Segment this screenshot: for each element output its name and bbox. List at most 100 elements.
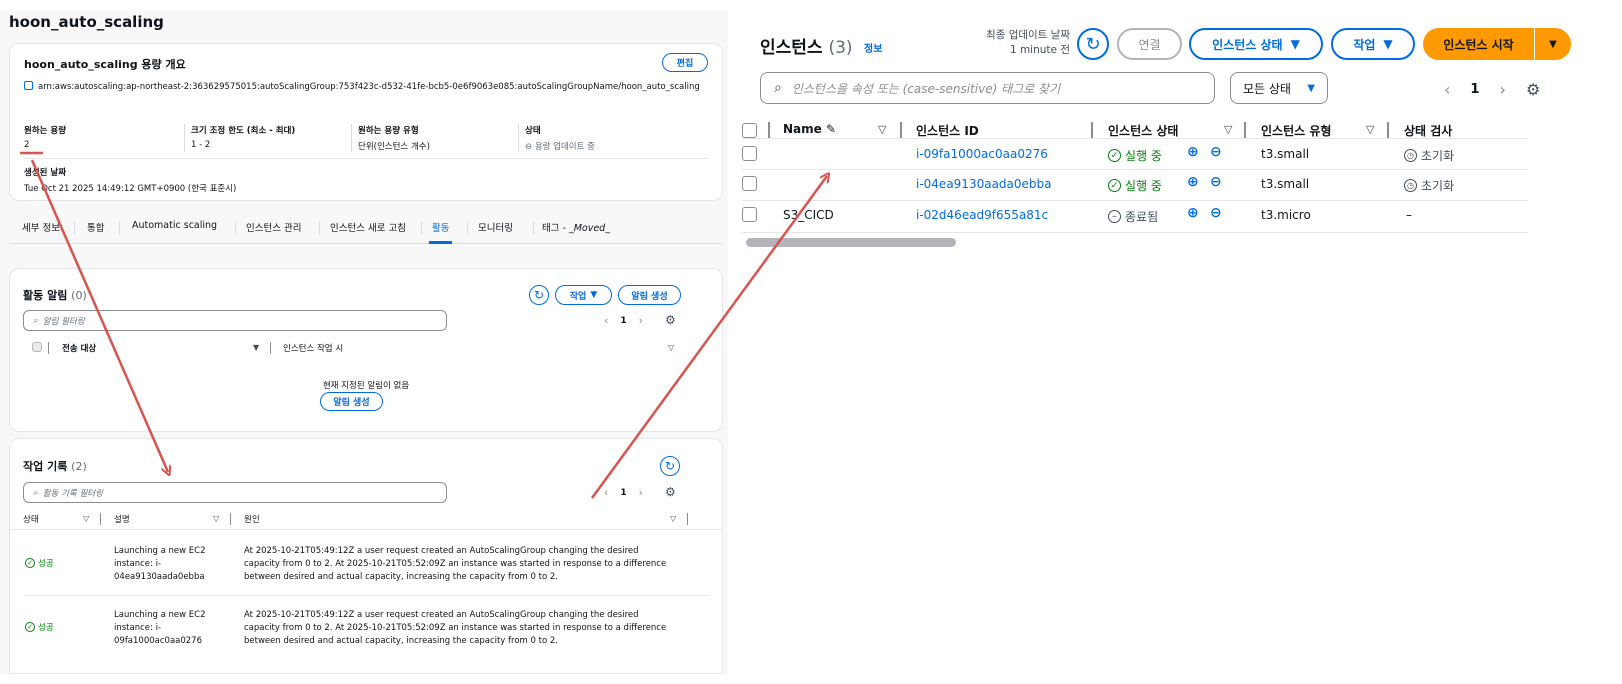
asg-title: hoon_auto_scaling [9, 13, 164, 31]
chevron-right-icon[interactable]: › [639, 486, 643, 499]
state-text: 실행 중 [1125, 149, 1162, 163]
tab-monitoring[interactable]: 모니터링 [475, 220, 516, 244]
tab-activity[interactable]: 활동 [429, 220, 453, 244]
edit-button[interactable]: 편집 [662, 53, 708, 72]
chevron-left-icon[interactable]: ‹ [604, 314, 608, 327]
empty-create-label: 알림 생성 [333, 398, 370, 408]
search-placeholder: 인스턴스을 속성 또는 (case-sensitive) 태그로 찾기 [791, 81, 1061, 96]
search-placeholder: 알림 필터링 [42, 316, 85, 327]
col-instance-type: 인스턴스 유형 [1261, 124, 1332, 138]
create-notification-button[interactable]: 알림 생성 [618, 285, 681, 305]
instance-id-link[interactable]: i-04ea9130aada0ebba [916, 177, 1052, 191]
pencil-icon[interactable]: ✎ [826, 122, 836, 136]
capacity-type: 원하는 용량 유형 단위(인스턴스 개수) [358, 124, 430, 152]
zoom-in-icon[interactable]: ⊕ [1187, 144, 1199, 160]
launch-dropdown-button[interactable]: ▼ [1535, 28, 1571, 60]
page-number[interactable]: 1 [620, 488, 626, 498]
divider [24, 595, 708, 596]
tab-integrations[interactable]: 통합 [84, 220, 107, 244]
launch-instances-button[interactable]: 인스턴스 시작 [1423, 28, 1534, 60]
chevron-left-icon[interactable]: ‹ [1444, 80, 1450, 99]
instance-type: t3.small [1261, 177, 1310, 191]
page-number[interactable]: 1 [1470, 82, 1479, 97]
instance-id-link[interactable]: i-09fa1000ac0aa0276 [916, 147, 1048, 161]
zoom-in-icon[interactable]: ⊕ [1187, 205, 1199, 221]
instance-state-button[interactable]: 인스턴스 상태 ▼ [1189, 28, 1323, 60]
asg-detail-panel: hoon_auto_scaling hoon_auto_scaling 용량 개… [0, 10, 728, 674]
sort-icon[interactable]: ▽ [1224, 123, 1232, 136]
status-check: ◷ 초기화 [1404, 177, 1454, 194]
tab-automatic-scaling[interactable]: Automatic scaling [129, 220, 220, 244]
description-text: Launching a new EC2 instance: i-09fa1000… [114, 610, 206, 646]
instances-title: 인스턴스 (3) [760, 33, 853, 58]
copy-icon[interactable] [24, 81, 33, 90]
divider [742, 169, 1528, 170]
capacity-overview-card: hoon_auto_scaling 용량 개요 편집 arn:aws:autos… [9, 43, 723, 201]
history-title-text: 작업 기록 [23, 460, 68, 473]
zoom-out-icon[interactable]: ⊖ [1210, 174, 1222, 190]
status-text: 성공 [38, 559, 54, 569]
instance-state-label: 인스턴스 상태 [1212, 37, 1283, 52]
caret-down-icon: ▼ [1549, 38, 1557, 50]
connect-button[interactable]: 연결 [1117, 28, 1182, 60]
notifications-search-input[interactable]: ⌕ 알림 필터링 [23, 310, 447, 331]
capacity-type-value: 단위(인스턴스 개수) [358, 142, 430, 152]
col-status: 상태 [23, 515, 39, 525]
instances-panel: 인스턴스 (3) 정보 최종 업데이트 날짜 1 minute 전 ↻ 연결 인스… [742, 10, 1604, 260]
page-number[interactable]: 1 [620, 316, 626, 326]
actions-button[interactable]: 작업 ▼ [1331, 28, 1415, 60]
sort-icon[interactable]: ▽ [878, 123, 886, 136]
chevron-right-icon[interactable]: › [639, 314, 643, 327]
state-filter-select[interactable]: 모든 상태 ▼ [1230, 72, 1328, 104]
settings-gear-icon[interactable]: ⚙ [1526, 80, 1540, 99]
sort-icon[interactable]: ▽ [83, 514, 89, 523]
search-icon: ⌕ [33, 315, 38, 326]
tab-tags-italic: _Moved_ [568, 223, 610, 234]
empty-create-notification-button[interactable]: 알림 생성 [320, 392, 383, 411]
settings-gear-icon[interactable]: ⚙ [665, 485, 676, 499]
sort-icon[interactable]: ▽ [670, 514, 676, 523]
zoom-out-icon[interactable]: ⊖ [1210, 205, 1222, 221]
connect-button-label: 연결 [1138, 37, 1161, 52]
info-link[interactable]: 정보 [864, 40, 882, 55]
row-checkbox[interactable] [742, 176, 757, 191]
status-check: ◷ 초기화 [1404, 147, 1454, 164]
refresh-icon[interactable]: ↻ [660, 456, 680, 476]
desired-capacity-value: 2 [24, 140, 30, 150]
sort-icon[interactable]: ▽ [1366, 123, 1374, 136]
instances-search-input[interactable]: ⌕ 인스턴스을 속성 또는 (case-sensitive) 태그로 찾기 [760, 72, 1215, 104]
divider [10, 529, 722, 530]
created-date-label: 생성된 날짜 [24, 168, 67, 178]
divider [518, 124, 519, 152]
check-circle-icon: ✓ [25, 558, 35, 568]
select-all-checkbox [32, 342, 42, 352]
sort-icon[interactable]: ▼ [253, 343, 259, 352]
tab-details[interactable]: 세부 정보 [19, 220, 63, 244]
row-checkbox[interactable] [742, 146, 757, 161]
actions-button-label: 작업 [569, 291, 587, 302]
refresh-icon[interactable]: ↻ [529, 285, 549, 305]
col-instance-action: 인스턴스 작업 시 [283, 344, 344, 354]
select-all-checkbox[interactable] [742, 123, 757, 138]
chevron-right-icon[interactable]: › [1499, 80, 1505, 99]
tab-divider [119, 221, 120, 235]
refresh-icon[interactable]: ↻ [1077, 28, 1109, 60]
tab-instance-refresh[interactable]: 인스턴스 새로 고침 [327, 220, 409, 244]
zoom-in-icon[interactable]: ⊕ [1187, 174, 1199, 190]
notifications-actions-button[interactable]: 작업 ▼ [555, 285, 612, 305]
horizontal-scrollbar[interactable] [746, 238, 956, 247]
instance-id-link[interactable]: i-02d46ead9f655a81c [916, 208, 1048, 222]
row-checkbox[interactable] [742, 207, 757, 222]
zoom-out-icon[interactable]: ⊖ [1210, 144, 1222, 160]
tab-tags[interactable]: 태그 - _Moved_ [539, 220, 613, 244]
sort-icon[interactable]: ▽ [213, 514, 219, 523]
chevron-left-icon[interactable]: ‹ [604, 486, 608, 499]
history-search-input[interactable]: ⌕ 활동 기록 필터링 [23, 482, 447, 503]
notifications-title: 활동 알림 (0) [23, 287, 87, 303]
tab-instance-management[interactable]: 인스턴스 관리 [243, 220, 304, 244]
sort-icon[interactable]: ▽ [668, 343, 674, 352]
status-check-text: – [1406, 208, 1412, 222]
status-check-text: 초기화 [1421, 179, 1455, 193]
settings-gear-icon[interactable]: ⚙ [665, 313, 676, 327]
status-check-text: 초기화 [1421, 149, 1455, 163]
